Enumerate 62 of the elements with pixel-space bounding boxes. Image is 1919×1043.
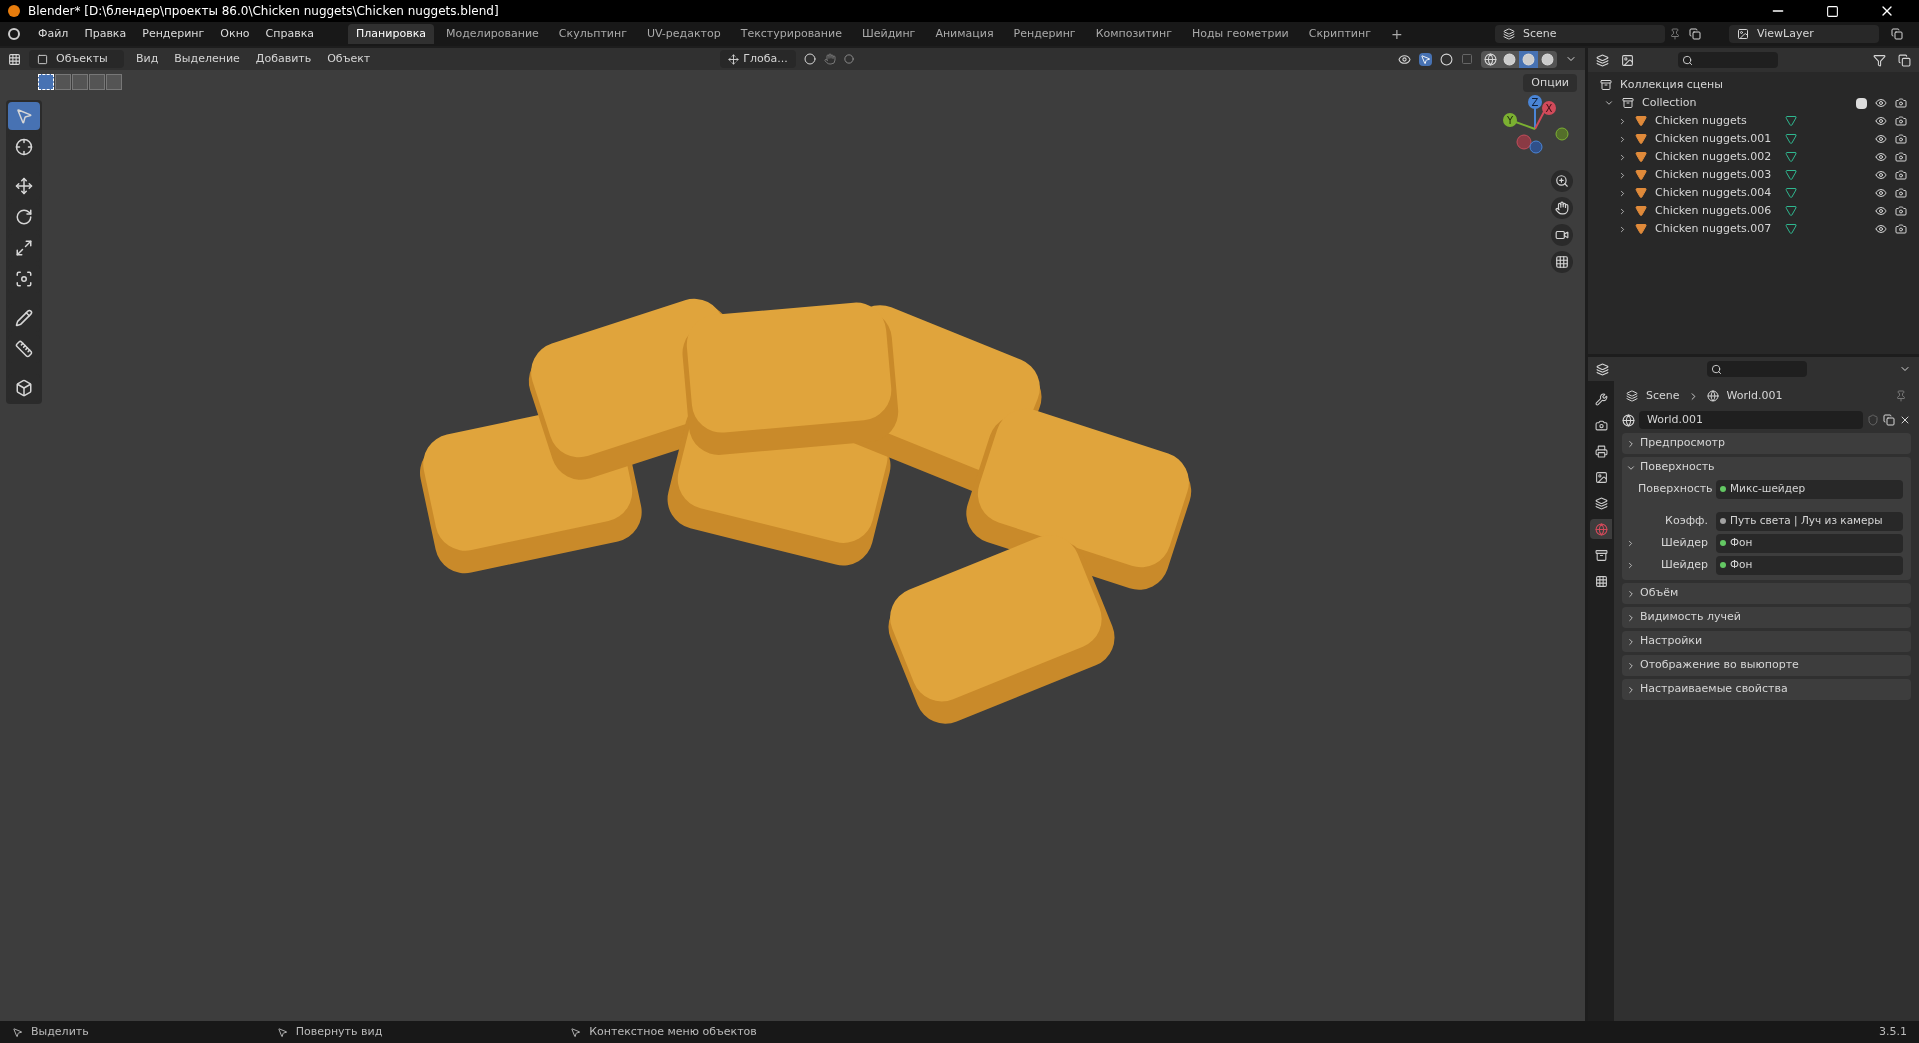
menu-item[interactable]: Справка bbox=[259, 25, 321, 43]
view-layer-selector[interactable]: ViewLayer bbox=[1729, 25, 1879, 43]
breadcrumb-item: World.001 bbox=[1726, 387, 1783, 404]
shader-field[interactable]: Фон bbox=[1716, 555, 1903, 575]
property-label: Шейдер bbox=[1659, 556, 1709, 573]
shader-name: Фон bbox=[1730, 535, 1753, 551]
world-name-field[interactable]: World.001 bbox=[1639, 411, 1863, 429]
outliner-item[interactable]: Chicken nuggets.004 bbox=[1655, 184, 1777, 202]
workspace-tab[interactable]: Рендеринг bbox=[1005, 24, 1084, 44]
workspace-tab[interactable]: Скульптинг bbox=[550, 24, 635, 44]
outliner-item[interactable]: Chicken nuggets bbox=[1655, 112, 1777, 130]
workspace-tab[interactable]: UV-редактор bbox=[638, 24, 729, 44]
menu-item[interactable]: Вид bbox=[132, 50, 163, 68]
panel-title[interactable]: Видимость лучей bbox=[1640, 609, 1741, 626]
panel-title[interactable]: Настройки bbox=[1640, 633, 1703, 650]
status-hint: Повернуть вид bbox=[295, 1023, 383, 1040]
workspace-tab[interactable]: Текстурирование bbox=[732, 24, 850, 44]
breadcrumb-item: Scene bbox=[1646, 387, 1680, 404]
workspace-tab[interactable]: Шейдинг bbox=[853, 24, 924, 44]
workspace-tab[interactable]: Скриптинг bbox=[1300, 24, 1379, 44]
workspace-tab[interactable]: Анимация bbox=[927, 24, 1002, 44]
orientation-dropdown[interactable]: Глоба... bbox=[720, 50, 796, 68]
shader-field[interactable]: Фон bbox=[1716, 533, 1903, 553]
workspace-tab[interactable]: Моделирование bbox=[438, 24, 547, 44]
window-title: Blender* [D:\блендер\проекты 86.0\Chicken nuggets\Chicken nuggets.blend] bbox=[28, 3, 499, 20]
shader-field[interactable]: Путь света | Луч из камеры bbox=[1716, 511, 1903, 531]
workspace-tab[interactable]: Композитинг bbox=[1087, 24, 1180, 44]
status-hint: Контекстное меню объектов bbox=[589, 1023, 757, 1040]
panel-title[interactable]: Объём bbox=[1640, 585, 1679, 602]
outliner-item[interactable]: Chicken nuggets.003 bbox=[1655, 166, 1777, 184]
shader-field[interactable]: Микс-шейдер bbox=[1716, 479, 1903, 499]
outliner-item[interactable]: Chicken nuggets.006 bbox=[1655, 202, 1777, 220]
outliner-item[interactable]: Chicken nuggets.002 bbox=[1655, 148, 1777, 166]
menu-item[interactable]: Окно bbox=[214, 25, 256, 43]
status-hint: Выделить bbox=[31, 1023, 89, 1040]
menu-item[interactable]: Файл bbox=[32, 25, 75, 43]
property-label: Поверхность bbox=[1638, 480, 1714, 497]
mode-dropdown[interactable]: Объекты bbox=[29, 50, 124, 68]
shader-name: Путь света | Луч из камеры bbox=[1730, 513, 1883, 529]
workspace-tab[interactable]: Планировка bbox=[348, 24, 434, 44]
panel-title[interactable]: Настраиваемые свойства bbox=[1640, 681, 1788, 698]
property-label: Шейдер bbox=[1659, 534, 1709, 551]
outliner-item[interactable]: Collection bbox=[1642, 94, 1697, 112]
menu-item[interactable]: Объект bbox=[323, 50, 375, 68]
menu-item[interactable]: Выделение bbox=[170, 50, 244, 68]
menu-item[interactable]: Рендеринг bbox=[136, 25, 211, 43]
outliner-item[interactable]: Коллекция сцены bbox=[1620, 76, 1723, 94]
options-button[interactable]: Опции bbox=[1523, 74, 1577, 92]
panel-title[interactable]: Предпросмотр bbox=[1640, 435, 1725, 452]
panel-title[interactable]: Отображение во выюпорте bbox=[1640, 657, 1799, 674]
panel-title[interactable]: Поверхность bbox=[1640, 459, 1715, 476]
shader-name: Микс-шейдер bbox=[1730, 481, 1806, 497]
version-label: 3.5.1 bbox=[1879, 1023, 1907, 1040]
outliner-item[interactable]: Chicken nuggets.001 bbox=[1655, 130, 1777, 148]
menu-item[interactable]: Добавить bbox=[251, 50, 316, 68]
property-label: Коэфф. bbox=[1664, 512, 1709, 529]
scene-selector[interactable]: Scene bbox=[1495, 25, 1665, 43]
menu-item[interactable]: Правка bbox=[78, 25, 133, 43]
add-workspace-button[interactable]: + bbox=[1382, 23, 1411, 45]
outliner-item[interactable]: Chicken nuggets.007 bbox=[1655, 220, 1777, 238]
workspace-tab[interactable]: Ноды геометрии bbox=[1183, 24, 1297, 44]
shader-name: Фон bbox=[1730, 557, 1753, 573]
